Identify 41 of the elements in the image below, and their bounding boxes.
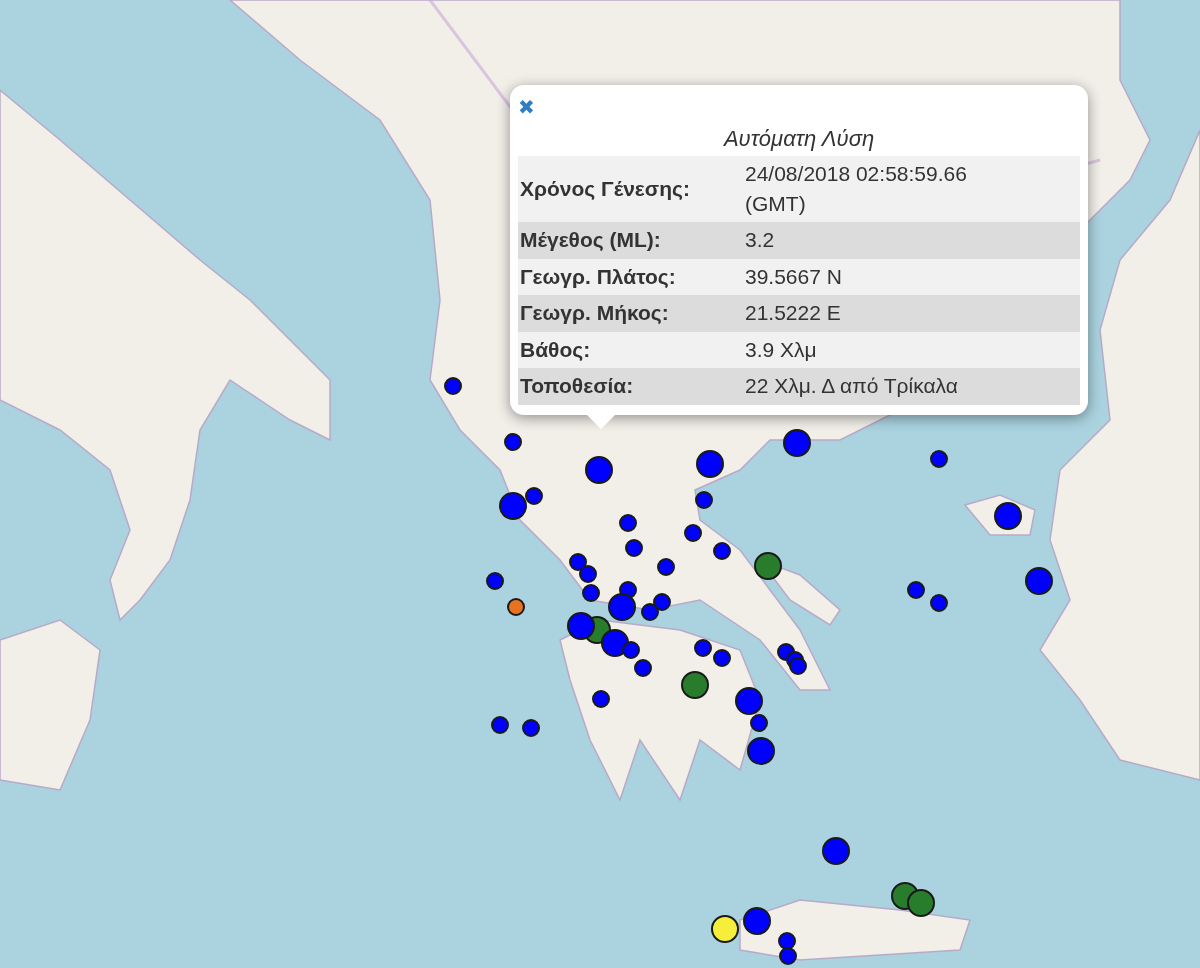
circle-marker[interactable] bbox=[491, 716, 509, 734]
circle-marker[interactable] bbox=[444, 377, 462, 395]
field-label: Γεωγρ. Μήκος: bbox=[518, 295, 743, 332]
field-value: 24/08/2018 02:58:59.66 (GMT) bbox=[743, 155, 1080, 223]
circle-marker[interactable] bbox=[525, 487, 543, 505]
field-value: 21.5222 E bbox=[743, 295, 1080, 332]
circle-marker[interactable] bbox=[641, 603, 659, 621]
circle-marker[interactable] bbox=[622, 641, 640, 659]
circle-marker[interactable] bbox=[504, 433, 522, 451]
circle-marker[interactable] bbox=[582, 584, 600, 602]
field-value: 22 Χλμ. Δ από Τρίκαλα bbox=[743, 368, 1080, 405]
circle-marker[interactable] bbox=[486, 572, 504, 590]
field-label: Βάθος: bbox=[518, 331, 743, 369]
circle-marker[interactable] bbox=[930, 594, 948, 612]
circle-marker[interactable] bbox=[657, 558, 675, 576]
close-button[interactable]: ✖ bbox=[518, 97, 535, 117]
circle-marker[interactable] bbox=[779, 947, 797, 965]
circle-marker[interactable] bbox=[684, 524, 702, 542]
field-value: 39.5667 N bbox=[743, 258, 1080, 296]
circle-marker[interactable] bbox=[930, 450, 948, 468]
circle-marker[interactable] bbox=[579, 565, 597, 583]
circle-marker[interactable] bbox=[713, 542, 731, 560]
field-value: 3.9 Χλμ bbox=[743, 331, 1080, 369]
circle-marker[interactable] bbox=[694, 639, 712, 657]
circle-marker[interactable] bbox=[750, 714, 768, 732]
circle-marker[interactable] bbox=[907, 581, 925, 599]
field-label: Χρόνος Γένεσης: bbox=[518, 155, 743, 223]
circle-marker[interactable] bbox=[695, 491, 713, 509]
circle-marker[interactable] bbox=[619, 514, 637, 532]
field-value: 3.2 bbox=[743, 222, 1080, 259]
circle-marker[interactable] bbox=[507, 598, 525, 616]
circle-marker[interactable] bbox=[634, 659, 652, 677]
circle-marker[interactable] bbox=[592, 690, 610, 708]
circle-marker[interactable] bbox=[522, 719, 540, 737]
circle-marker[interactable] bbox=[789, 657, 807, 675]
field-label: Μέγεθος (ML): bbox=[518, 222, 743, 259]
field-label: Γεωγρ. Πλάτος: bbox=[518, 258, 743, 296]
field-label: Τοποθεσία: bbox=[518, 368, 743, 405]
popup-title: Αυτόματη Λύση bbox=[722, 125, 876, 153]
circle-marker[interactable] bbox=[625, 539, 643, 557]
circle-marker[interactable] bbox=[713, 649, 731, 667]
